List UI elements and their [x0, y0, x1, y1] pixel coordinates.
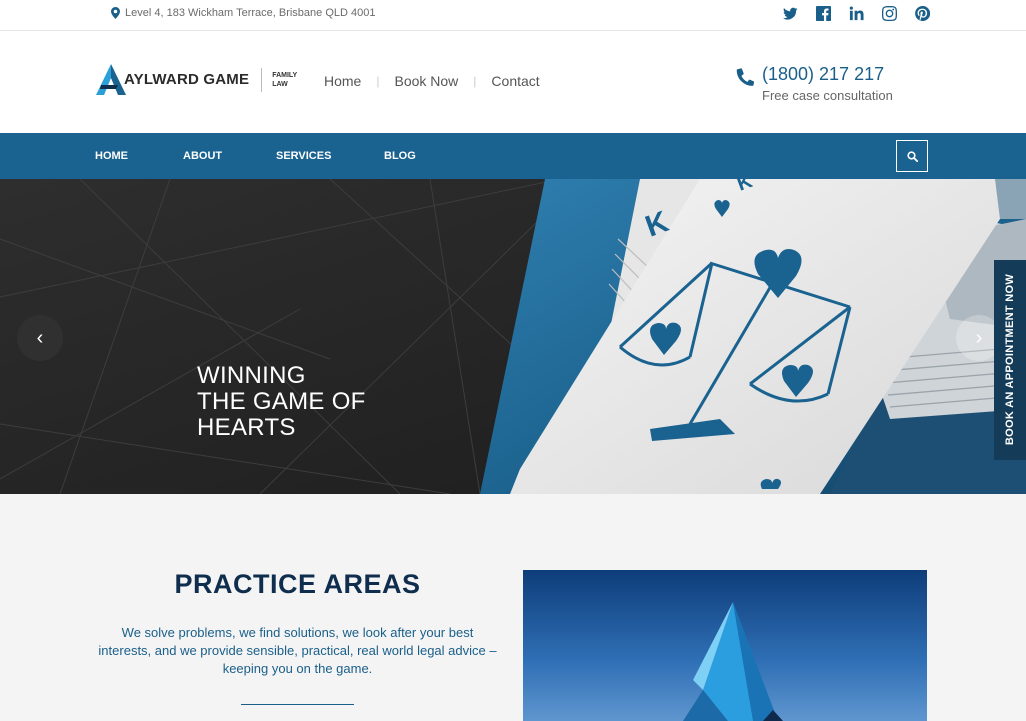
hero-line-2: THE GAME OF: [197, 388, 366, 415]
site-header: AYLWARD GAME FAMILY LAW Home | Book Now …: [0, 31, 1026, 133]
phone-number[interactable]: (1800) 217 217: [762, 64, 884, 85]
header-nav-contact[interactable]: Contact: [491, 73, 539, 89]
address: Level 4, 183 Wickham Terrace, Brisbane Q…: [111, 7, 375, 19]
header-nav-home[interactable]: Home: [324, 73, 361, 89]
divider: [241, 704, 354, 705]
main-nav-about[interactable]: ABOUT: [183, 150, 276, 162]
facebook-icon[interactable]: [815, 5, 831, 21]
practice-areas-description: We solve problems, we find solutions, we…: [98, 625, 497, 676]
search-icon: [906, 150, 918, 162]
chevron-left-icon: ‹: [36, 326, 44, 349]
main-nav-blog[interactable]: BLOG: [384, 150, 416, 162]
main-nav-home[interactable]: HOME: [95, 150, 183, 162]
main-nav-services[interactable]: SERVICES: [276, 150, 384, 162]
book-appointment-tab[interactable]: BOOK AN APPOINTMENT NOW: [994, 260, 1026, 460]
phone-icon: [736, 68, 754, 86]
hero-line-1: WINNING: [197, 362, 306, 389]
top-bar: Level 4, 183 Wickham Terrace, Brisbane Q…: [0, 0, 1026, 31]
logo-sub-law: LAW: [272, 80, 288, 88]
instagram-icon[interactable]: [881, 5, 897, 21]
logo-divider: [261, 67, 263, 92]
chevron-right-icon: ›: [975, 326, 983, 349]
address-text: Level 4, 183 Wickham Terrace, Brisbane Q…: [125, 7, 376, 19]
book-appointment-label: BOOK AN APPOINTMENT NOW: [1004, 274, 1016, 446]
header-nav: Home | Book Now | Contact: [324, 73, 540, 89]
main-nav-bar: HOME ABOUT SERVICES BLOG: [0, 133, 1026, 179]
nav-separator: |: [376, 74, 380, 88]
logo-name: AYLWARD GAME: [124, 71, 250, 88]
main-nav: HOME ABOUT SERVICES BLOG: [95, 150, 416, 162]
phone-caption: Free case consultation: [762, 88, 893, 103]
header-nav-book-now[interactable]: Book Now: [394, 73, 458, 89]
logo[interactable]: AYLWARD GAME FAMILY LAW: [96, 64, 297, 95]
hero-headline: WINNING THE GAME OF HEARTS: [197, 363, 366, 441]
hero-slider: K K WINNING THE GAME OF HEARTS ‹ ›: [0, 179, 1026, 494]
hero-line-3: HEARTS: [197, 414, 296, 441]
logo-sub-family: FAMILY: [272, 71, 298, 79]
logo-mark-icon: [96, 64, 126, 95]
practice-areas-image: [523, 570, 927, 721]
slider-prev-button[interactable]: ‹: [17, 315, 63, 361]
search-button[interactable]: [896, 140, 928, 172]
nav-separator: |: [473, 74, 477, 88]
social-links: [782, 5, 930, 21]
linkedin-icon[interactable]: [848, 5, 864, 21]
logo-subtitle: FAMILY LAW: [272, 71, 297, 89]
map-pin-icon: [111, 7, 120, 19]
hero-background-image: K K: [0, 179, 1026, 494]
twitter-icon[interactable]: [782, 5, 798, 21]
practice-areas-title: PRACTICE AREAS: [174, 569, 421, 599]
pinterest-icon[interactable]: [914, 5, 930, 21]
